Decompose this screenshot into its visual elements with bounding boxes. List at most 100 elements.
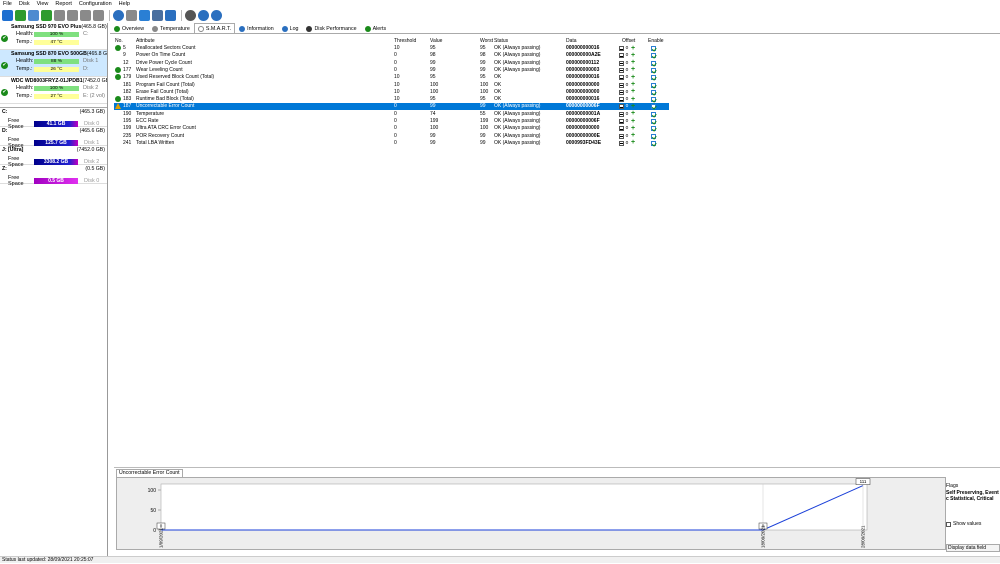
- tab-information[interactable]: Information: [235, 24, 278, 33]
- monitor-icon[interactable]: [152, 10, 163, 21]
- tab-overview[interactable]: Overview: [110, 24, 148, 33]
- enable-checkbox[interactable]: [651, 89, 656, 95]
- enable-checkbox[interactable]: [651, 75, 656, 81]
- header-enable[interactable]: Enable: [648, 38, 664, 45]
- wrench-icon[interactable]: [80, 10, 91, 21]
- offset-minus-button[interactable]: [619, 75, 624, 81]
- enable-checkbox[interactable]: [651, 126, 656, 132]
- menu-help[interactable]: Help: [119, 1, 130, 7]
- info-icon[interactable]: [211, 10, 222, 21]
- offset-minus-button[interactable]: [619, 82, 624, 88]
- offset-plus-button[interactable]: +: [630, 81, 636, 88]
- header-data[interactable]: Data: [566, 38, 577, 45]
- enable-checkbox[interactable]: [651, 119, 656, 124]
- drive-item[interactable]: D: (465.6 GB) Free Space 125.7 GB Disk 1: [0, 127, 107, 149]
- table-row[interactable]: 187 Uncorrectable Error Count 0 99 99 OK (Alw…: [114, 103, 669, 111]
- enable-checkbox[interactable]: [651, 82, 656, 88]
- enable-checkbox[interactable]: [651, 97, 656, 103]
- enable-checkbox[interactable]: [651, 67, 656, 73]
- enable-checkbox[interactable]: [651, 111, 656, 117]
- refresh-icon[interactable]: [2, 10, 13, 21]
- offset-control[interactable]: 0 +: [619, 45, 636, 52]
- refresh-icon[interactable]: [139, 10, 150, 21]
- disk-item[interactable]: Samsung SSD 970 EVO Plus (465.8 GB) ✔ Healt…: [0, 23, 107, 50]
- drive-item[interactable]: J: [Ultra] (7452.0 GB) Free Space 3308.2 GB…: [0, 146, 107, 168]
- table-row[interactable]: 241 Total LBA Written 0 99 99 OK (Always pass…: [114, 139, 674, 147]
- table-row[interactable]: 9 Power On Time Count 0 98 98 OK (Always pass…: [114, 52, 674, 59]
- table-row[interactable]: 5 Reallocated Sectors Count 10 95 95 OK (Alwa…: [114, 45, 674, 52]
- menu-configuration[interactable]: Configuration: [79, 1, 112, 7]
- header-no[interactable]: No.: [115, 38, 123, 45]
- offset-plus-button[interactable]: +: [630, 139, 636, 146]
- offset-minus-button[interactable]: [619, 60, 624, 66]
- tab-log[interactable]: Log: [278, 24, 303, 33]
- table-row[interactable]: 199 Ultra ATA CRC Error Count 0 100 100 OK (A…: [114, 125, 674, 132]
- header-value[interactable]: Value: [430, 38, 442, 45]
- header-worst[interactable]: Worst: [480, 38, 493, 45]
- table-row[interactable]: 195 ECC Rate 0 199 199 OK (Always passing) 000…: [114, 118, 674, 125]
- header-status[interactable]: Status: [494, 38, 508, 45]
- offset-plus-button[interactable]: +: [630, 59, 636, 66]
- settings-icon[interactable]: [185, 10, 196, 21]
- header-offset[interactable]: Offset: [622, 38, 635, 45]
- offset-plus-button[interactable]: +: [630, 74, 636, 81]
- drive-icon[interactable]: [28, 10, 39, 21]
- hammer-icon[interactable]: [54, 10, 65, 21]
- table-row[interactable]: 179 Used Reserved Block Count (Total) 10 95…: [114, 74, 674, 81]
- table-row[interactable]: 177 Wear Leveling Count 0 99 99 OK (Always pa…: [114, 66, 674, 74]
- enable-checkbox[interactable]: [651, 53, 656, 59]
- offset-minus-button[interactable]: [619, 140, 624, 146]
- tab-alerts[interactable]: Alerts: [361, 24, 391, 33]
- offset-plus-button[interactable]: +: [630, 103, 636, 110]
- menu-view[interactable]: View: [37, 1, 49, 7]
- table-row[interactable]: 12 Drive Power Cycle Count 0 99 99 OK (Always…: [114, 59, 674, 67]
- enable-checkbox[interactable]: [651, 140, 656, 146]
- offset-control[interactable]: 0 +: [619, 110, 636, 118]
- disk-item[interactable]: WDC WD8003FRYZ-01JPDB1(7452.0 GB) ✔ Health…: [0, 77, 107, 104]
- trim-icon[interactable]: [126, 10, 137, 21]
- offset-plus-button[interactable]: +: [630, 66, 636, 73]
- enable-checkbox[interactable]: [651, 133, 656, 139]
- offset-minus-button[interactable]: [619, 89, 624, 95]
- display-data-field-select[interactable]: Display data field: [946, 544, 1000, 552]
- table-row[interactable]: 181 Program Fail Count (Total) 10 100 100 OK 0…: [114, 81, 674, 89]
- offset-plus-button[interactable]: +: [630, 96, 636, 103]
- offset-plus-button[interactable]: +: [630, 88, 636, 95]
- tab-s-m-a-r-t[interactable]: S.M.A.R.T.: [193, 23, 236, 33]
- header-threshold[interactable]: Threshold: [394, 38, 416, 45]
- tab-disk-performance[interactable]: Disk Performance: [302, 24, 360, 33]
- hammer-icon[interactable]: [67, 10, 78, 21]
- drive-item[interactable]: Z: (0.5 GB) Free Space 0.5 GB Disk 0: [0, 165, 107, 187]
- drive-item[interactable]: C: (465.3 GB) Free Space 41.1 GB Disk 0: [0, 108, 107, 130]
- offset-minus-button[interactable]: [619, 111, 624, 117]
- show-values-checkbox[interactable]: [946, 521, 951, 527]
- globe-icon[interactable]: [113, 10, 124, 21]
- offset-plus-button[interactable]: +: [630, 125, 636, 132]
- offset-plus-button[interactable]: +: [630, 45, 636, 52]
- offset-minus-button[interactable]: [619, 53, 624, 59]
- tab-temperature[interactable]: Temperature: [148, 24, 194, 33]
- menu-disk[interactable]: Disk: [19, 1, 30, 7]
- enable-checkbox[interactable]: [651, 46, 656, 51]
- table-row[interactable]: 190 Temperature 0 74 55 OK (Always passing) 00…: [114, 110, 674, 118]
- enable-checkbox[interactable]: [651, 60, 656, 66]
- save-icon[interactable]: [165, 10, 176, 21]
- offset-minus-button[interactable]: [619, 46, 624, 51]
- offset-minus-button[interactable]: [619, 104, 624, 110]
- offset-minus-button[interactable]: [619, 133, 624, 139]
- offset-control[interactable]: 0 +: [619, 139, 636, 147]
- show-values-row[interactable]: Show values: [946, 521, 1000, 527]
- offset-minus-button[interactable]: [619, 119, 624, 124]
- enable-checkbox[interactable]: [651, 104, 656, 110]
- table-row[interactable]: 183 Runtime Bad Block (Total) 10 95 95 OK 0000…: [114, 96, 674, 103]
- offset-plus-button[interactable]: +: [630, 132, 636, 139]
- offset-minus-button[interactable]: [619, 67, 624, 73]
- offset-control[interactable]: 0 +: [619, 88, 636, 96]
- offset-plus-button[interactable]: +: [630, 110, 636, 117]
- table-row[interactable]: 235 POR Recovery Count 0 99 99 OK (Always pas…: [114, 132, 674, 140]
- menu-report[interactable]: Report: [55, 1, 72, 7]
- wrench-icon[interactable]: [93, 10, 104, 21]
- checkmark-icon[interactable]: [41, 10, 52, 21]
- smart-icon[interactable]: [15, 10, 26, 21]
- offset-plus-button[interactable]: +: [630, 52, 636, 59]
